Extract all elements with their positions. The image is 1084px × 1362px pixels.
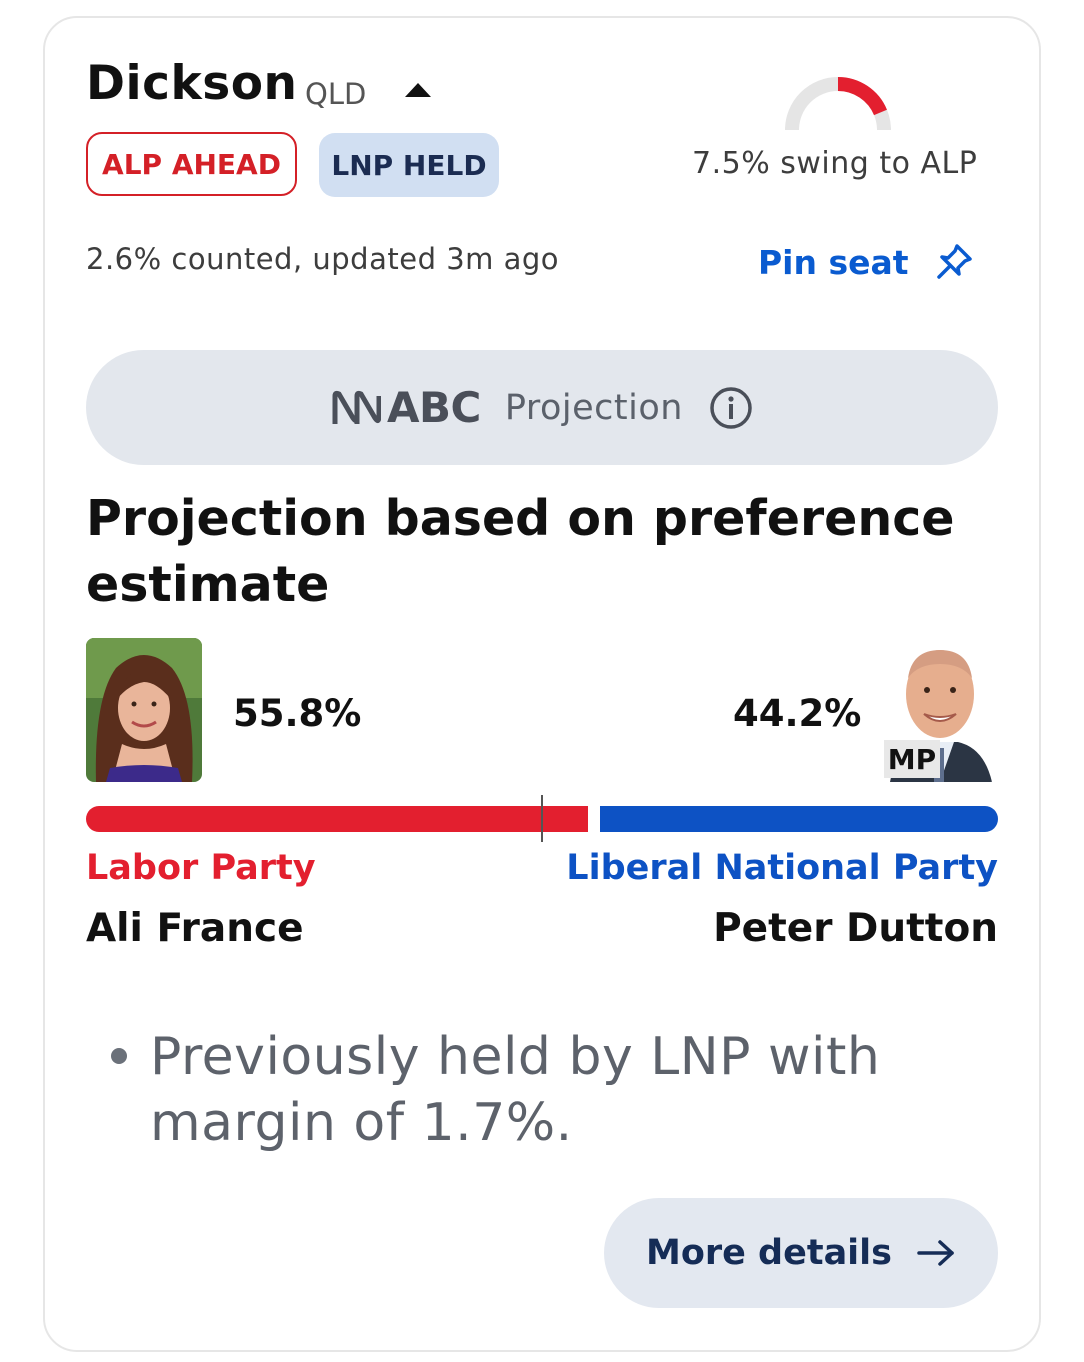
abc-logo: ABC (331, 383, 481, 432)
projection-label: Projection (504, 387, 683, 428)
seat-name: Dickson (86, 56, 298, 111)
vote-bar-alp (86, 806, 588, 832)
counted-status: 2.6% counted, updated 3m ago (86, 242, 560, 276)
more-details-button[interactable]: More details (604, 1198, 998, 1308)
held-badge: LNP HELD (319, 133, 499, 197)
pin-seat-label: Pin seat (758, 242, 909, 282)
seat-state: QLD (305, 77, 367, 111)
candidate-name-right: Peter Dutton (713, 906, 998, 951)
projection-heading: Projection based on preference estimate (86, 490, 955, 613)
percent-right: 44.2% (733, 692, 862, 735)
party-left: Labor Party (86, 848, 316, 888)
mp-tag: MP (884, 740, 940, 778)
arrow-right-icon (917, 1240, 954, 1266)
projection-banner: ABC Projection (86, 350, 998, 465)
abc-logo-icon (332, 390, 382, 424)
pin-seat-button[interactable]: Pin seat (758, 238, 975, 286)
bullet-icon (111, 1048, 127, 1064)
party-right: Liberal National Party (566, 848, 998, 888)
more-details-label: More details (645, 1233, 893, 1273)
percent-left: 55.8% (233, 692, 362, 735)
candidate-name-left: Ali France (86, 906, 304, 951)
pin-icon (936, 244, 972, 279)
abc-brand: ABC (387, 383, 481, 432)
chevron-up-icon[interactable] (404, 81, 432, 99)
candidate-photo-left (86, 638, 202, 782)
previous-holder-note: Previously held by LNP with margin of 1.… (150, 1027, 881, 1153)
status-badge: ALP AHEAD (86, 132, 297, 196)
fifty-percent-marker (541, 795, 543, 842)
vote-bar-lnp (600, 806, 998, 832)
swing-gauge (785, 77, 891, 131)
swing-text: 7.5% swing to ALP (692, 146, 978, 181)
info-icon[interactable] (709, 386, 753, 430)
